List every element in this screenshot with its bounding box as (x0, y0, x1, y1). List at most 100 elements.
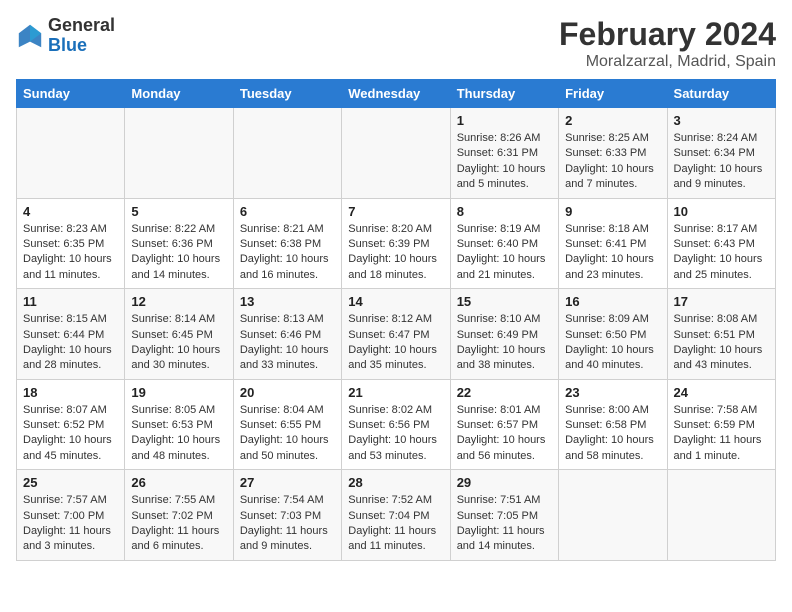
calendar-cell: 10 Sunrise: 8:17 AMSunset: 6:43 PMDayligh… (667, 198, 775, 289)
calendar-table: SundayMondayTuesdayWednesdayThursdayFrid… (16, 79, 776, 561)
title-area: February 2024 Moralzarzal, Madrid, Spain (559, 16, 776, 71)
day-number: 15 (457, 294, 552, 309)
logo-text: General Blue (48, 16, 115, 56)
calendar-header-row: SundayMondayTuesdayWednesdayThursdayFrid… (17, 80, 776, 108)
calendar-cell: 18Sunrise: 8:07 AMSunset: 6:52 PMDayligh… (17, 379, 125, 470)
day-info: Sunrise: 8:19 AMSunset: 6:40 PMDaylight:… (457, 222, 552, 284)
calendar-cell: 8 Sunrise: 8:19 AMSunset: 6:40 PMDaylight… (450, 198, 558, 289)
day-info: Sunrise: 8:08 AMSunset: 6:51 PMDaylight:… (674, 312, 769, 374)
calendar-week-row: 4 Sunrise: 8:23 AMSunset: 6:35 PMDaylight… (17, 198, 776, 289)
calendar-cell: 26Sunrise: 7:55 AMSunset: 7:02 PMDayligh… (125, 470, 233, 561)
day-number: 14 (348, 294, 443, 309)
calendar-cell: 29 Sunrise: 7:51 AMSunset: 7:05 PMDayligh… (450, 470, 558, 561)
day-number: 23 (565, 385, 660, 400)
logo-icon (16, 22, 44, 50)
calendar-cell: 24Sunrise: 7:58 AMSunset: 6:59 PMDayligh… (667, 379, 775, 470)
day-info: Sunrise: 8:17 AMSunset: 6:43 PMDaylight:… (674, 222, 769, 284)
calendar-cell: 27 Sunrise: 7:54 AMSunset: 7:03 PMDayligh… (233, 470, 341, 561)
calendar-cell: 19 Sunrise: 8:05 AMSunset: 6:53 PMDayligh… (125, 379, 233, 470)
page-header: General Blue February 2024 Moralzarzal, … (16, 16, 776, 71)
calendar-day-header: Saturday (667, 80, 775, 108)
calendar-cell (559, 470, 667, 561)
calendar-cell: 21Sunrise: 8:02 AMSunset: 6:56 PMDayligh… (342, 379, 450, 470)
day-number: 21 (348, 385, 443, 400)
day-info: Sunrise: 8:14 AMSunset: 6:45 PMDaylight:… (131, 312, 226, 374)
day-number: 10 (674, 204, 769, 219)
day-number: 4 (23, 204, 118, 219)
day-info: Sunrise: 8:24 AMSunset: 6:34 PMDaylight:… (674, 131, 769, 193)
day-info: Sunrise: 8:23 AMSunset: 6:35 PMDaylight:… (23, 222, 118, 284)
calendar-cell: 22 Sunrise: 8:01 AMSunset: 6:57 PMDayligh… (450, 379, 558, 470)
calendar-week-row: 11 Sunrise: 8:15 AMSunset: 6:44 PMDayligh… (17, 289, 776, 380)
calendar-cell (233, 108, 341, 199)
day-number: 19 (131, 385, 226, 400)
logo: General Blue (16, 16, 115, 56)
calendar-day-header: Thursday (450, 80, 558, 108)
day-number: 20 (240, 385, 335, 400)
calendar-day-header: Wednesday (342, 80, 450, 108)
day-number: 1 (457, 113, 552, 128)
calendar-cell: 16 Sunrise: 8:09 AMSunset: 6:50 PMDayligh… (559, 289, 667, 380)
calendar-cell: 4 Sunrise: 8:23 AMSunset: 6:35 PMDaylight… (17, 198, 125, 289)
day-number: 7 (348, 204, 443, 219)
day-info: Sunrise: 7:57 AMSunset: 7:00 PMDaylight:… (23, 493, 118, 555)
day-number: 9 (565, 204, 660, 219)
calendar-cell (125, 108, 233, 199)
calendar-cell: 12 Sunrise: 8:14 AMSunset: 6:45 PMDayligh… (125, 289, 233, 380)
day-info: Sunrise: 8:01 AMSunset: 6:57 PMDaylight:… (457, 403, 552, 465)
day-number: 29 (457, 475, 552, 490)
day-info: Sunrise: 8:20 AMSunset: 6:39 PMDaylight:… (348, 222, 443, 284)
calendar-cell: 20Sunrise: 8:04 AMSunset: 6:55 PMDayligh… (233, 379, 341, 470)
calendar-cell: 11 Sunrise: 8:15 AMSunset: 6:44 PMDayligh… (17, 289, 125, 380)
day-info: Sunrise: 8:12 AMSunset: 6:47 PMDaylight:… (348, 312, 443, 374)
day-number: 2 (565, 113, 660, 128)
day-number: 22 (457, 385, 552, 400)
calendar-week-row: 25 Sunrise: 7:57 AMSunset: 7:00 PMDayligh… (17, 470, 776, 561)
calendar-day-header: Monday (125, 80, 233, 108)
day-info: Sunrise: 8:22 AMSunset: 6:36 PMDaylight:… (131, 222, 226, 284)
day-number: 25 (23, 475, 118, 490)
calendar-cell: 1 Sunrise: 8:26 AMSunset: 6:31 PMDaylight… (450, 108, 558, 199)
day-number: 11 (23, 294, 118, 309)
day-number: 27 (240, 475, 335, 490)
day-number: 13 (240, 294, 335, 309)
day-info: Sunrise: 8:15 AMSunset: 6:44 PMDaylight:… (23, 312, 118, 374)
calendar-day-header: Tuesday (233, 80, 341, 108)
day-number: 8 (457, 204, 552, 219)
calendar-cell: 7 Sunrise: 8:20 AMSunset: 6:39 PMDaylight… (342, 198, 450, 289)
calendar-week-row: 1 Sunrise: 8:26 AMSunset: 6:31 PMDaylight… (17, 108, 776, 199)
day-number: 16 (565, 294, 660, 309)
day-number: 12 (131, 294, 226, 309)
day-info: Sunrise: 8:05 AMSunset: 6:53 PMDaylight:… (131, 403, 226, 465)
calendar-day-header: Friday (559, 80, 667, 108)
day-info: Sunrise: 7:58 AMSunset: 6:59 PMDaylight:… (674, 403, 769, 465)
day-number: 17 (674, 294, 769, 309)
calendar-cell: 2 Sunrise: 8:25 AMSunset: 6:33 PMDaylight… (559, 108, 667, 199)
day-info: Sunrise: 8:21 AMSunset: 6:38 PMDaylight:… (240, 222, 335, 284)
calendar-cell: 3 Sunrise: 8:24 AMSunset: 6:34 PMDaylight… (667, 108, 775, 199)
day-info: Sunrise: 8:00 AMSunset: 6:58 PMDaylight:… (565, 403, 660, 465)
logo-general-text: General (48, 16, 115, 36)
day-number: 6 (240, 204, 335, 219)
day-info: Sunrise: 8:09 AMSunset: 6:50 PMDaylight:… (565, 312, 660, 374)
calendar-cell (342, 108, 450, 199)
calendar-cell: 5Sunrise: 8:22 AMSunset: 6:36 PMDaylight… (125, 198, 233, 289)
calendar-cell: 14 Sunrise: 8:12 AMSunset: 6:47 PMDayligh… (342, 289, 450, 380)
calendar-week-row: 18Sunrise: 8:07 AMSunset: 6:52 PMDayligh… (17, 379, 776, 470)
day-info: Sunrise: 8:25 AMSunset: 6:33 PMDaylight:… (565, 131, 660, 193)
calendar-cell: 13 Sunrise: 8:13 AMSunset: 6:46 PMDayligh… (233, 289, 341, 380)
day-info: Sunrise: 7:51 AMSunset: 7:05 PMDaylight:… (457, 493, 552, 555)
calendar-cell: 28Sunrise: 7:52 AMSunset: 7:04 PMDayligh… (342, 470, 450, 561)
calendar-cell: 23 Sunrise: 8:00 AMSunset: 6:58 PMDayligh… (559, 379, 667, 470)
page-title: February 2024 (559, 16, 776, 53)
page-subtitle: Moralzarzal, Madrid, Spain (559, 53, 776, 71)
calendar-day-header: Sunday (17, 80, 125, 108)
day-number: 3 (674, 113, 769, 128)
day-info: Sunrise: 8:26 AMSunset: 6:31 PMDaylight:… (457, 131, 552, 193)
day-info: Sunrise: 8:13 AMSunset: 6:46 PMDaylight:… (240, 312, 335, 374)
day-info: Sunrise: 7:54 AMSunset: 7:03 PMDaylight:… (240, 493, 335, 555)
calendar-cell: 17 Sunrise: 8:08 AMSunset: 6:51 PMDayligh… (667, 289, 775, 380)
calendar-cell: 6 Sunrise: 8:21 AMSunset: 6:38 PMDaylight… (233, 198, 341, 289)
day-info: Sunrise: 8:10 AMSunset: 6:49 PMDaylight:… (457, 312, 552, 374)
logo-blue-text: Blue (48, 36, 115, 56)
